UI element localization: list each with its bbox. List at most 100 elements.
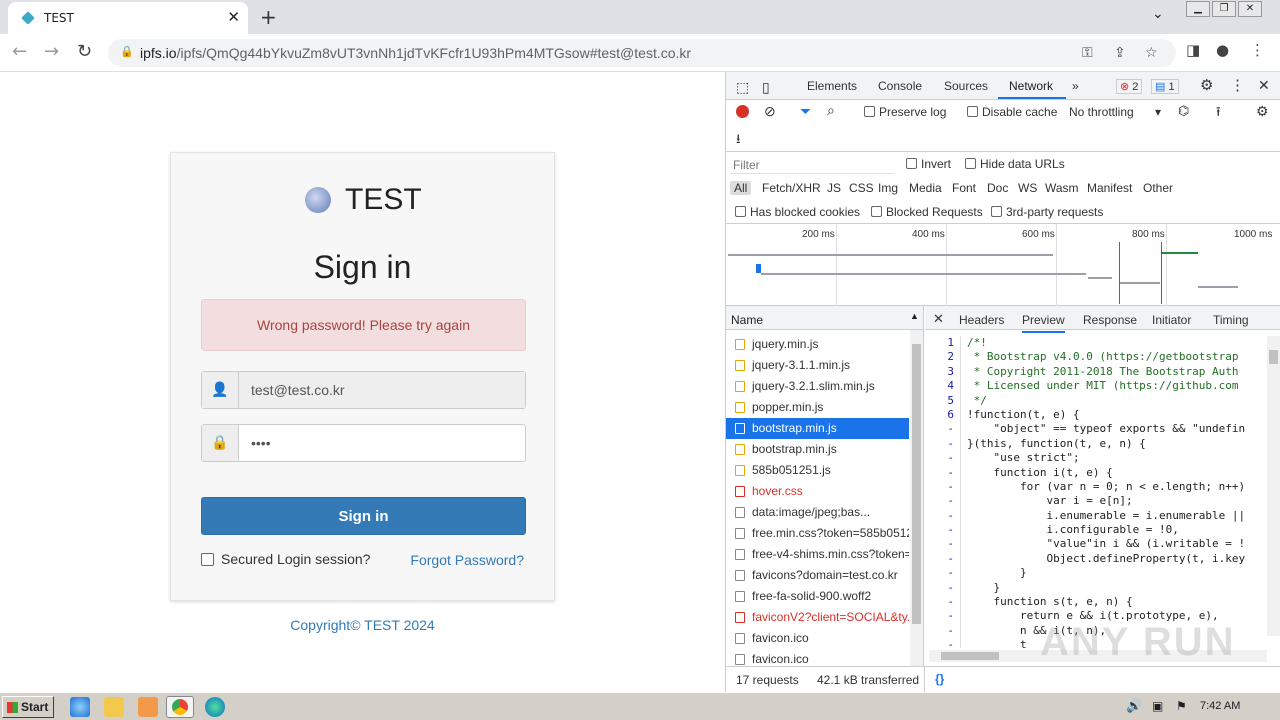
error-count-badge[interactable]: ⊗ 2 [1116, 79, 1143, 94]
email-field[interactable] [239, 372, 525, 408]
share-icon[interactable]: ⇪ [1114, 45, 1126, 61]
invert-checkbox[interactable]: Invert [906, 157, 951, 171]
close-tab-icon[interactable]: ✕ [227, 8, 240, 26]
disable-cache-checkbox[interactable]: Disable cache [967, 105, 1057, 119]
blocked-requests-checkbox[interactable]: Blocked Requests [871, 205, 983, 219]
media-player-icon[interactable] [138, 697, 158, 717]
volume-icon[interactable]: 🔊 [1126, 699, 1142, 714]
checkbox-box[interactable] [201, 552, 214, 566]
filter-funnel-icon[interactable]: ⏷ [800, 103, 811, 120]
preview-scroll-thumb[interactable] [1269, 350, 1278, 364]
type-filter-other[interactable]: Other [1143, 181, 1173, 195]
back-arrow-icon[interactable]: ← [12, 41, 27, 62]
request-list-scroll-thumb[interactable] [912, 344, 921, 624]
reload-icon[interactable]: ↻ [77, 41, 92, 62]
type-filter-ws[interactable]: WS [1018, 181, 1037, 195]
type-filter-fetch[interactable]: Fetch/XHR [762, 181, 821, 195]
request-row[interactable]: bootstrap.min.js [726, 418, 909, 439]
source-preview[interactable]: 1/*! 2 * Bootstrap v4.0.0 (https://getboo… [925, 336, 1267, 648]
request-row[interactable]: jquery.min.js [726, 334, 909, 355]
settings-gear-icon[interactable]: ⚙ [1200, 76, 1213, 94]
tab-timing[interactable]: Timing [1213, 313, 1249, 327]
preview-vertical-scrollbar[interactable] [1267, 336, 1280, 636]
browser-tab[interactable]: TEST ✕ [8, 2, 248, 34]
has-blocked-cookies-checkbox[interactable]: Has blocked cookies [735, 205, 860, 219]
export-har-icon[interactable]: ⭳ [736, 130, 741, 152]
request-row[interactable]: bootstrap.min.js [726, 439, 909, 460]
network-settings-gear-icon[interactable]: ⚙ [1256, 103, 1269, 120]
message-count-badge[interactable]: ▤ 1 [1151, 79, 1179, 94]
key-icon[interactable]: ⚿ [1082, 45, 1093, 61]
tab-elements[interactable]: Elements [807, 79, 857, 93]
import-har-icon[interactable]: ⭱ [1216, 103, 1221, 125]
type-filter-doc[interactable]: Doc [987, 181, 1008, 195]
search-icon[interactable]: ⌕ [827, 102, 835, 119]
type-filter-js[interactable]: JS [827, 181, 841, 195]
forward-arrow-icon[interactable]: → [44, 41, 59, 62]
network-tray-icon[interactable]: ▣ [1152, 699, 1163, 713]
more-tabs-chevron-icon[interactable]: » [1072, 79, 1079, 93]
system-clock[interactable]: 7:42 AM [1200, 700, 1240, 712]
restore-button[interactable]: ❐ [1212, 1, 1236, 17]
profile-avatar-icon[interactable]: ● [1216, 41, 1229, 59]
request-row[interactable]: free-v4-shims.min.css?token= [726, 544, 909, 565]
clear-icon[interactable]: ⊘ [764, 103, 776, 120]
record-icon[interactable] [736, 105, 749, 118]
tab-search-chevron-icon[interactable]: ⌄ [1152, 6, 1164, 22]
close-devtools-icon[interactable]: ✕ [1258, 77, 1270, 94]
request-row[interactable]: 585b051251.js [726, 460, 909, 481]
type-filter-wasm[interactable]: Wasm [1045, 181, 1079, 195]
internet-explorer-icon[interactable] [70, 697, 90, 717]
forgot-password-link[interactable]: Forgot Password? [410, 552, 524, 568]
request-row[interactable]: favicon.ico [726, 628, 909, 649]
password-field[interactable] [239, 425, 525, 461]
tab-sources[interactable]: Sources [944, 79, 988, 93]
tab-headers[interactable]: Headers [959, 313, 1004, 327]
side-panel-icon[interactable]: ◨ [1186, 41, 1200, 59]
close-detail-icon[interactable]: ✕ [933, 311, 944, 327]
devtools-menu-kebab-icon[interactable]: ⋮ [1230, 76, 1245, 94]
bookmark-star-icon[interactable]: ☆ [1145, 45, 1158, 61]
tab-network[interactable]: Network [1009, 79, 1053, 93]
tab-response[interactable]: Response [1083, 313, 1137, 327]
third-party-requests-checkbox[interactable]: 3rd-party requests [991, 205, 1103, 219]
network-timeline-overview[interactable]: 200 ms 400 ms 600 ms 800 ms 1000 ms [726, 224, 1280, 306]
device-toolbar-icon[interactable]: ▯ [762, 79, 770, 96]
tab-console[interactable]: Console [878, 79, 922, 93]
sign-in-button[interactable]: Sign in [201, 497, 526, 535]
request-row[interactable]: free.min.css?token=585b0512 [726, 523, 909, 544]
menu-kebab-icon[interactable]: ⋮ [1250, 41, 1265, 59]
flag-tray-icon[interactable]: ⚑ [1176, 699, 1187, 713]
edge-icon[interactable] [205, 697, 225, 717]
preview-hscroll-thumb[interactable] [941, 652, 999, 660]
type-filter-css[interactable]: CSS [849, 181, 874, 195]
secured-session-checkbox[interactable]: Secured Login session? [201, 551, 370, 567]
type-filter-manifest[interactable]: Manifest [1087, 181, 1132, 195]
url-text[interactable]: ipfs.io/ipfs/QmQg44bYkvuZm8vUT3vnNh1jdTv… [140, 45, 691, 61]
lock-icon[interactable]: 🔒 [120, 45, 134, 58]
request-row[interactable]: favicons?domain=test.co.kr [726, 565, 909, 586]
minimize-button[interactable]: ▁ [1186, 1, 1210, 17]
inspect-element-icon[interactable]: ⬚ [736, 79, 749, 96]
preserve-log-checkbox[interactable]: Preserve log [864, 105, 946, 119]
tab-initiator[interactable]: Initiator [1152, 313, 1191, 327]
sort-triangle-icon[interactable]: ▲ [910, 311, 919, 321]
request-row[interactable]: data:image/jpeg;bas... [726, 502, 909, 523]
network-conditions-icon[interactable]: ⌬ [1178, 103, 1189, 119]
close-window-button[interactable]: ✕ [1238, 1, 1262, 17]
request-row[interactable]: jquery-3.2.1.slim.min.js [726, 376, 909, 397]
filter-input[interactable]: Filter [730, 157, 894, 174]
new-tab-button[interactable]: + [260, 5, 277, 29]
type-filter-all[interactable]: All [730, 181, 752, 195]
request-row[interactable]: hover.css [726, 481, 909, 502]
request-row[interactable]: jquery-3.1.1.min.js [726, 355, 909, 376]
chrome-taskbar-button[interactable] [166, 696, 194, 718]
file-explorer-icon[interactable] [104, 697, 124, 717]
name-column-header[interactable]: Name ▲ [726, 306, 923, 330]
copyright-link[interactable]: Copyright© TEST 2024 [0, 617, 725, 633]
start-button[interactable]: Start [2, 696, 54, 718]
type-filter-font[interactable]: Font [952, 181, 976, 195]
request-row[interactable]: popper.min.js [726, 397, 909, 418]
throttling-select[interactable]: No throttling ▾ [1069, 105, 1161, 119]
address-bar[interactable]: 🔒 ipfs.io/ipfs/QmQg44bYkvuZm8vUT3vnNh1jd… [108, 39, 1176, 67]
